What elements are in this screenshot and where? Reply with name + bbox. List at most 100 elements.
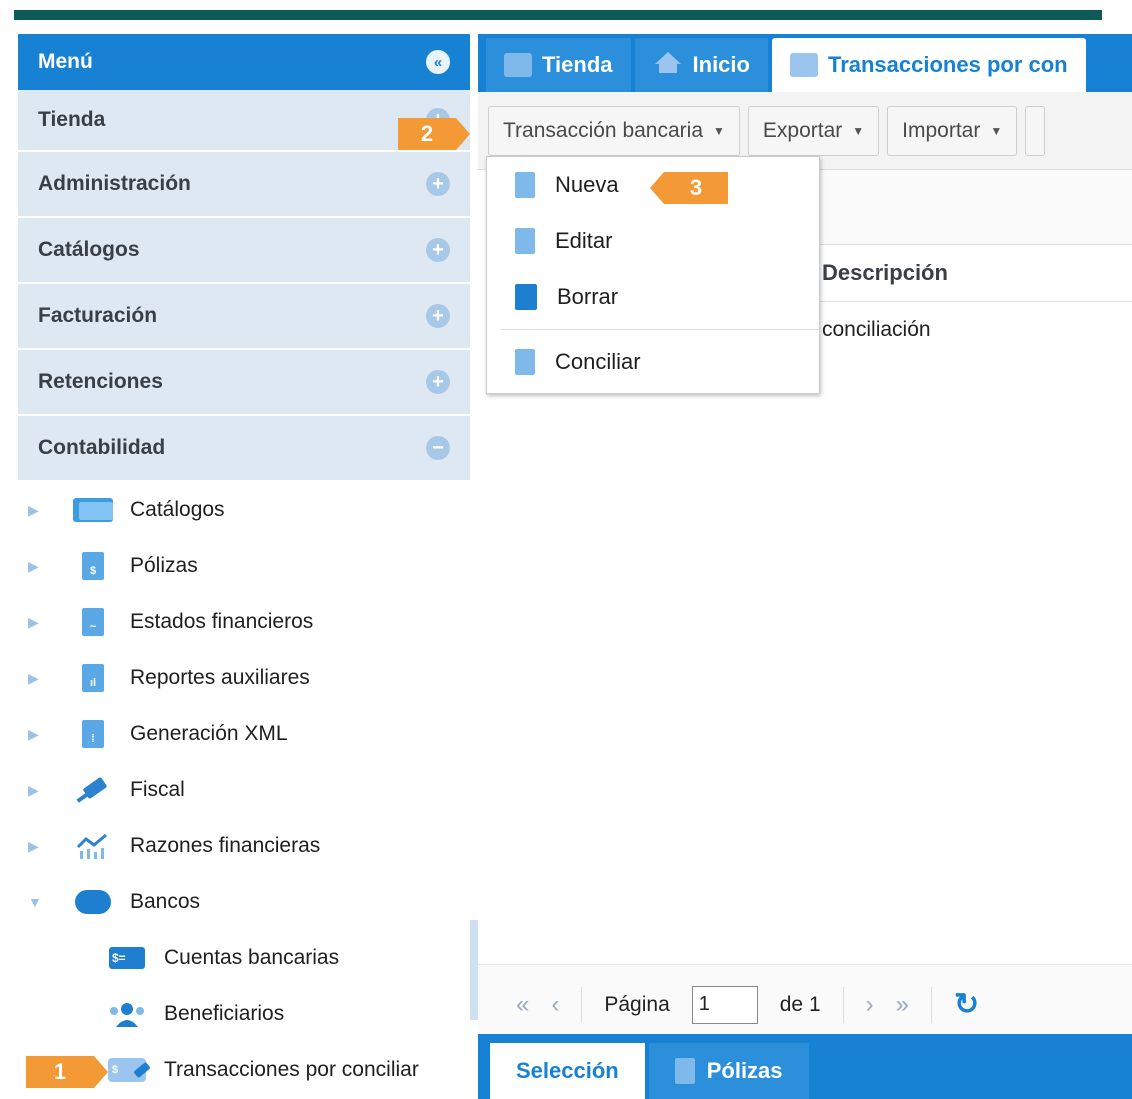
menu-header[interactable]: Menú « [18, 34, 470, 90]
menu-title: Menú [38, 50, 93, 73]
menu-item-borrar[interactable]: Borrar [487, 269, 819, 325]
sidebar-section-catalogos[interactable]: Catálogos + [18, 218, 470, 282]
sidebar-section-administracion[interactable]: Administración + [18, 152, 470, 216]
reconcile-icon [515, 349, 535, 375]
expand-arrow-icon[interactable]: ▶ [18, 782, 44, 799]
chart-icon [72, 832, 114, 860]
tree-item-label: Pólizas [130, 554, 198, 577]
page-label: Página [604, 992, 670, 1016]
caret-down-icon: ▼ [713, 123, 725, 138]
expand-arrow-icon[interactable]: ▶ [18, 502, 44, 519]
sidebar: Menú « Tienda + Administración + Catálog… [18, 34, 470, 1099]
sidebar-section-contabilidad[interactable]: Contabilidad − [18, 416, 470, 480]
table-row[interactable]: conciliación [804, 302, 1132, 358]
people-icon [106, 1000, 148, 1028]
tab-polizas[interactable]: Pólizas [648, 1043, 809, 1099]
expand-icon[interactable]: + [426, 370, 450, 394]
xml-doc-icon: ⁞ [72, 720, 114, 748]
step-badge-2: 2 [398, 118, 470, 150]
tree-item-reportes-auxiliares[interactable]: ▶ ıl Reportes auxiliares [18, 650, 470, 706]
import-menu-button[interactable]: Importar ▼ [887, 105, 1018, 156]
expand-icon[interactable]: + [426, 172, 450, 196]
trash-icon [515, 284, 537, 310]
last-page-icon[interactable]: » [896, 991, 909, 1019]
folder-icon [72, 496, 114, 524]
tree-item-polizas[interactable]: ▶ $ Pólizas [18, 538, 470, 594]
expand-arrow-icon[interactable]: ▶ [18, 670, 44, 687]
badge-number: 1 [53, 1059, 67, 1084]
tab-tienda[interactable]: Tienda [486, 38, 631, 92]
button-label: Transacción bancaria [503, 118, 703, 142]
pager-separator [581, 986, 583, 1023]
tree-item-beneficiarios[interactable]: Beneficiarios [18, 986, 470, 1042]
column-header-label: Descripción [822, 260, 948, 285]
prev-page-icon[interactable]: ‹ [551, 991, 559, 1019]
tree-item-estados-financieros[interactable]: ▶ ~ Estados financieros [18, 594, 470, 650]
expand-arrow-icon[interactable]: ▶ [18, 726, 44, 743]
collapse-arrow-icon[interactable]: ▼ [18, 894, 44, 910]
section-label: Catálogos [38, 238, 140, 261]
section-label: Facturación [38, 304, 158, 327]
section-label: Retenciones [38, 370, 163, 393]
sidebar-section-retenciones[interactable]: Retenciones + [18, 350, 470, 414]
collapse-section-icon[interactable]: − [426, 436, 450, 460]
tab-inicio[interactable]: Inicio [634, 38, 768, 92]
transaction-icon [789, 53, 818, 77]
grid-filter-area [804, 170, 1132, 244]
tree-item-fiscal[interactable]: ▶ Fiscal [18, 762, 470, 818]
tab-label: Inicio [692, 52, 750, 77]
tab-label: Tienda [542, 52, 613, 77]
next-page-icon[interactable]: › [866, 991, 874, 1019]
section-label: Administración [38, 172, 191, 195]
policy-doc-icon [674, 1058, 695, 1084]
collapse-icon[interactable]: « [426, 50, 450, 74]
bank-transaction-menu-button[interactable]: Transacción bancaria ▼ [488, 105, 740, 156]
sidebar-section-facturacion[interactable]: Facturación + [18, 284, 470, 348]
gavel-icon [72, 776, 114, 804]
tab-seleccion[interactable]: Selección [490, 1043, 645, 1099]
tree-item-bancos[interactable]: ▼ Bancos [18, 874, 470, 930]
top-bar [0, 0, 1132, 20]
bottom-tab-bar: Selección Pólizas [478, 1034, 1132, 1099]
menu-item-label: Conciliar [555, 349, 641, 374]
edit-icon [515, 228, 535, 254]
piggy-bank-icon [72, 888, 114, 916]
menu-item-editar[interactable]: Editar [487, 213, 819, 269]
tree-item-razones-financieras[interactable]: ▶ Razones financieras [18, 818, 470, 874]
expand-icon[interactable]: + [426, 304, 450, 328]
menu-separator [501, 329, 819, 330]
expand-icon[interactable]: + [426, 238, 450, 262]
expand-arrow-icon[interactable]: ▶ [18, 558, 44, 575]
report-icon: ıl [72, 664, 114, 692]
tab-label: Selección [516, 1058, 619, 1083]
expand-arrow-icon[interactable]: ▶ [18, 838, 44, 855]
tree-item-label: Catálogos [130, 498, 225, 521]
tree-item-label: Estados financieros [130, 610, 314, 633]
pager-separator [930, 986, 932, 1023]
tree-item-label: Fiscal [130, 778, 185, 801]
policy-doc-icon: $ [72, 552, 114, 580]
tree-item-catalogos[interactable]: ▶ Catálogos [18, 482, 470, 538]
menu-item-conciliar[interactable]: Conciliar [487, 334, 819, 390]
tree-item-label: Transacciones por conciliar [164, 1058, 419, 1081]
expand-arrow-icon[interactable]: ▶ [18, 614, 44, 631]
more-toolbar-button[interactable] [1025, 105, 1046, 156]
export-menu-button[interactable]: Exportar ▼ [747, 105, 880, 156]
column-header-descripcion[interactable]: Descripción [804, 244, 1132, 302]
tree-item-label: Beneficiarios [164, 1002, 285, 1025]
tab-label: Pólizas [706, 1058, 783, 1083]
step-badge-1: 1 [26, 1056, 108, 1088]
financial-doc-icon: ~ [72, 608, 114, 636]
button-label: Exportar [762, 118, 843, 142]
caret-down-icon: ▼ [852, 123, 865, 138]
tree-item-cuentas-bancarias[interactable]: $= Cuentas bancarias [18, 930, 470, 986]
page-input[interactable]: 1 [691, 985, 758, 1024]
tab-transacciones[interactable]: Transacciones por con [771, 38, 1086, 92]
step-badge-3: 3 [650, 172, 728, 204]
first-page-icon[interactable]: « [516, 991, 529, 1019]
tree-item-generacion-xml[interactable]: ▶ ⁞ Generación XML [18, 706, 470, 762]
caret-down-icon: ▼ [990, 123, 1003, 138]
badge-number: 2 [420, 121, 434, 146]
tree-item-label: Cuentas bancarias [164, 946, 340, 969]
refresh-icon[interactable]: ↻ [954, 987, 979, 1022]
